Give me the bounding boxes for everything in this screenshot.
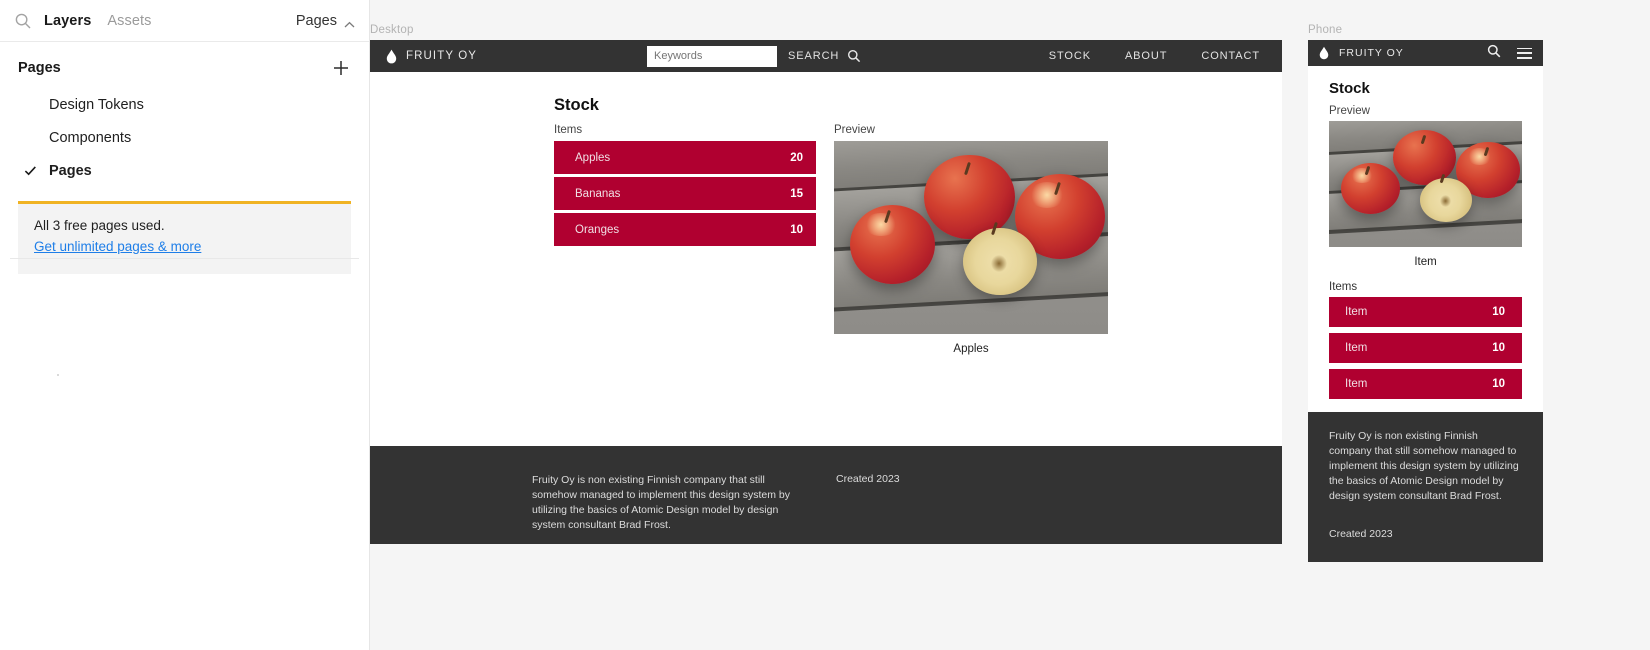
nav-link-about[interactable]: ABOUT — [1125, 50, 1167, 62]
preview-caption: Item — [1414, 256, 1437, 268]
preview-caption: Apples — [953, 343, 989, 355]
frame-label-phone: Phone — [1308, 24, 1343, 36]
page-item-design-tokens[interactable]: Design Tokens — [0, 88, 369, 121]
page-item-label: Pages — [49, 162, 92, 179]
footer-description: Fruity Oy is non existing Finnish compan… — [532, 474, 790, 531]
preview-column: Preview Apples — [834, 124, 1108, 355]
page-selector[interactable]: Pages — [296, 13, 355, 29]
frame-phone[interactable]: Phone FRUITY OY Stock Preview Item Items… — [1308, 24, 1543, 562]
item-quantity: 15 — [790, 187, 803, 200]
item-name: Item — [1345, 378, 1368, 390]
panel-tab-bar: Layers Assets Pages — [0, 0, 369, 42]
brand-name: FRUITY OY — [1339, 47, 1404, 59]
table-row[interactable]: Bananas 15 — [554, 177, 816, 210]
search-icon[interactable] — [14, 12, 32, 30]
page-title: Stock — [1329, 80, 1370, 97]
item-quantity: 10 — [1492, 342, 1505, 354]
items-label: Items — [554, 124, 583, 136]
item-quantity: 10 — [1492, 378, 1505, 390]
table-row[interactable]: Apples 20 — [554, 141, 816, 174]
phone-header-actions — [1487, 44, 1532, 63]
brand-logo[interactable]: FRUITY OY — [386, 49, 477, 64]
upgrade-link[interactable]: Get unlimited pages & more — [34, 239, 201, 254]
item-name: Bananas — [575, 187, 621, 200]
hamburger-menu-icon[interactable] — [1517, 47, 1532, 59]
page-selector-label: Pages — [295, 12, 337, 29]
item-name: Item — [1345, 342, 1368, 354]
panel-marker-dot — [57, 374, 59, 376]
panel-divider — [10, 258, 359, 259]
brand-logo[interactable]: FRUITY OY — [1319, 46, 1404, 61]
search-input[interactable] — [647, 45, 778, 67]
page-item-components[interactable]: Components — [0, 121, 369, 154]
item-quantity: 10 — [1492, 306, 1505, 318]
item-quantity: 10 — [790, 223, 803, 236]
phone-footer: Fruity Oy is non existing Finnish compan… — [1308, 412, 1543, 562]
page-title: Stock — [554, 96, 599, 114]
water-drop-icon — [386, 49, 397, 64]
phone-body: Stock Preview Item Items Item 10 Item 10… — [1308, 66, 1543, 399]
page-item-label: Components — [49, 129, 132, 146]
item-name: Oranges — [575, 223, 620, 236]
footer-created: Created 2023 — [1329, 527, 1393, 540]
page-item-label: Design Tokens — [49, 96, 144, 113]
item-name: Item — [1345, 306, 1368, 318]
nav-link-stock[interactable]: STOCK — [1049, 50, 1091, 62]
frame-label-desktop: Desktop — [370, 24, 414, 36]
desktop-nav: STOCK ABOUT CONTACT — [1049, 50, 1266, 62]
chevron-up-icon — [344, 17, 355, 27]
list-item[interactable]: Item 10 — [1329, 369, 1522, 399]
search-button-label: SEARCH — [788, 50, 840, 62]
preview-label: Preview — [1329, 105, 1370, 117]
tab-layers[interactable]: Layers — [44, 13, 91, 29]
notice-message: All 3 free pages used. — [34, 218, 165, 233]
nav-link-contact[interactable]: CONTACT — [1201, 50, 1260, 62]
preview-image-apples — [1329, 121, 1522, 247]
list-item[interactable]: Item 10 — [1329, 297, 1522, 327]
preview-label: Preview — [834, 124, 875, 136]
page-item-pages[interactable]: Pages — [0, 154, 369, 187]
upgrade-notice: All 3 free pages used. Get unlimited pag… — [18, 201, 351, 274]
tab-assets[interactable]: Assets — [107, 13, 151, 29]
desktop-content-columns: Items Apples 20 Bananas 15 Oranges 10 Pr… — [554, 124, 1282, 355]
item-name: Apples — [575, 151, 611, 164]
list-item[interactable]: Item 10 — [1329, 333, 1522, 363]
plus-icon[interactable] — [331, 58, 351, 78]
desktop-mockup: FRUITY OY SEARCH STOCK — [370, 40, 1282, 544]
magnifier-icon — [847, 49, 861, 63]
item-quantity: 20 — [790, 151, 803, 164]
left-panel: Layers Assets Pages Pages Design Tokens … — [0, 0, 370, 650]
table-row[interactable]: Oranges 10 — [554, 213, 816, 246]
items-column: Items Apples 20 Bananas 15 Oranges 10 — [554, 124, 816, 355]
footer-created: Created 2023 — [836, 473, 900, 485]
preview-image-apples — [834, 141, 1108, 334]
upgrade-notice-wrap: All 3 free pages used. Get unlimited pag… — [0, 187, 369, 274]
desktop-footer: Fruity Oy is non existing Finnish compan… — [370, 446, 1282, 544]
magnifier-icon[interactable] — [1487, 44, 1501, 63]
design-canvas[interactable]: Desktop FRUITY OY SEARCH — [370, 0, 1650, 650]
desktop-body: Stock Items Apples 20 Bananas 15 Oranges… — [370, 72, 1282, 446]
phone-mockup: FRUITY OY Stock Preview Item Items Item … — [1308, 40, 1543, 562]
pages-section-title: Pages — [18, 60, 61, 76]
footer-description: Fruity Oy is non existing Finnish compan… — [1329, 430, 1519, 503]
check-icon — [24, 164, 41, 177]
items-label: Items — [1329, 281, 1358, 293]
brand-name: FRUITY OY — [406, 50, 478, 62]
phone-header: FRUITY OY — [1308, 40, 1543, 66]
search-button[interactable]: SEARCH — [788, 49, 861, 63]
desktop-header: FRUITY OY SEARCH STOCK — [370, 40, 1282, 72]
water-drop-icon — [1319, 46, 1330, 61]
pages-section-header: Pages — [0, 42, 369, 88]
design-tool-window: Layers Assets Pages Pages Design Tokens … — [0, 0, 1650, 650]
frame-desktop[interactable]: Desktop FRUITY OY SEARCH — [370, 24, 1282, 544]
